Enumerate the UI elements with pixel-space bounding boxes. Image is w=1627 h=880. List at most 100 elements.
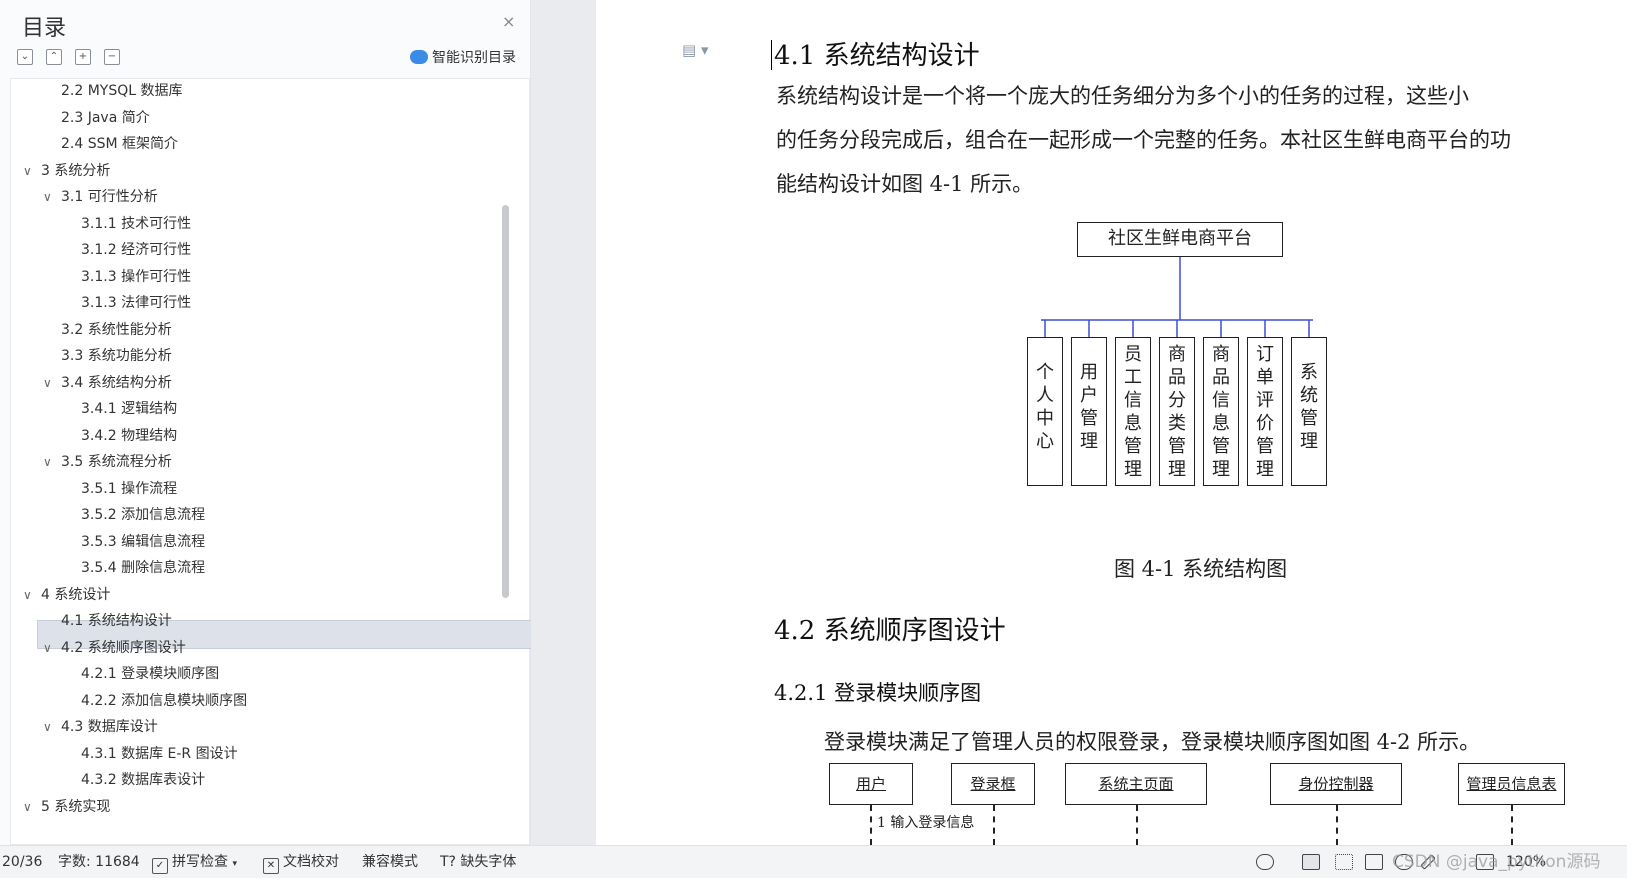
lifeline	[870, 805, 872, 845]
toc-item[interactable]: 4.2.1 登录模块顺序图	[81, 662, 219, 686]
seq-box-user: 用户	[829, 763, 913, 805]
toc-item[interactable]: 3.4 系统结构分析	[61, 371, 172, 395]
diagram-leaf-node: 员工信息管理	[1115, 337, 1151, 486]
toc-item[interactable]: 5 系统实现	[41, 795, 110, 819]
toc-item[interactable]: 3 系统分析	[41, 159, 110, 183]
toc-item[interactable]: 4.3.2 数据库表设计	[81, 768, 205, 792]
toc-item[interactable]: 4.3 数据库设计	[61, 715, 158, 739]
toc-item[interactable]: 3.3 系统功能分析	[61, 344, 172, 368]
toc-panel: 目录 × ⌄ ⌃ + − 智能识别目录 2.2 MYSQL 数据库 2.3 Jav…	[0, 0, 546, 845]
toc-item[interactable]: 4.2.2 添加信息模块顺序图	[81, 689, 247, 713]
page-view-icon[interactable]	[1302, 854, 1320, 870]
paragraph-line: 能结构设计如图 4-1 所示。	[776, 172, 1034, 196]
text-cursor	[771, 40, 772, 70]
lifeline	[993, 805, 995, 845]
font-help-icon: T?	[440, 854, 456, 870]
remove-level-icon[interactable]: −	[104, 49, 120, 65]
doc-proof-button[interactable]: ✕ 文档校对	[263, 846, 339, 878]
expand-all-icon[interactable]: ⌄	[17, 49, 33, 65]
heading-4-1-text: 4.1 系统结构设计	[774, 41, 980, 71]
toc-item[interactable]: 2.4 SSM 框架简介	[61, 132, 178, 156]
diagram-leaf-node: 商品信息管理	[1203, 337, 1239, 486]
toc-item[interactable]: 4.3.1 数据库 E-R 图设计	[81, 742, 238, 766]
chevron-down-icon[interactable]: ∨	[43, 450, 52, 474]
diagram-leaf-label: 商品分类管理	[1168, 344, 1186, 480]
chevron-down-icon[interactable]: ∨	[23, 795, 32, 819]
toc-item[interactable]: 3.5.1 操作流程	[81, 477, 177, 501]
close-icon[interactable]: ×	[502, 12, 515, 31]
lifeline	[1136, 805, 1138, 845]
heading-4-1: 4.1 系统结构设计	[771, 35, 980, 72]
diagram-leaf-label: 商品信息管理	[1212, 344, 1230, 480]
heading-4-2: 4.2 系统顺序图设计	[774, 616, 1006, 646]
toc-item[interactable]: 3.5.4 删除信息流程	[81, 556, 205, 580]
toc-item[interactable]: 4.2 系统顺序图设计	[61, 636, 186, 660]
diagram-leaf-label: 员工信息管理	[1124, 344, 1142, 480]
lifeline	[1336, 805, 1338, 845]
heading-4-2-1: 4.2.1 登录模块顺序图	[774, 681, 982, 705]
chevron-down-icon: ▾	[232, 859, 237, 869]
seq-box-auth-controller: 身份控制器	[1270, 763, 1402, 805]
toc-item[interactable]: 3.4.2 物理结构	[81, 424, 177, 448]
toc-item[interactable]: 4 系统设计	[41, 583, 110, 607]
lifeline	[1511, 805, 1513, 845]
diagram-leaf-label: 系统管理	[1300, 362, 1318, 452]
seq-message: 1 输入登录信息	[877, 815, 975, 831]
proof-icon: ✕	[263, 858, 279, 874]
chevron-down-icon[interactable]: ∨	[23, 583, 32, 607]
diagram-leaf-node: 个人中心	[1027, 337, 1063, 486]
figure-caption: 图 4-1 系统结构图	[1114, 557, 1288, 581]
chevron-down-icon[interactable]: ∨	[23, 159, 32, 183]
toc-item[interactable]: 3.1.3 法律可行性	[81, 291, 191, 315]
toc-item[interactable]: 3.1 可行性分析	[61, 185, 158, 209]
read-view-icon[interactable]	[1365, 854, 1383, 870]
paragraph-line: 的任务分段完成后，组合在一起形成一个完整的任务。本社区生鲜电商平台的功	[776, 128, 1511, 152]
chevron-down-icon[interactable]: ∨	[43, 185, 52, 209]
diagram-leaf-node: 商品分类管理	[1159, 337, 1195, 486]
spell-check-button[interactable]: ✓ 拼写检查 ▾	[152, 846, 237, 880]
diagram-leaf-label: 个人中心	[1036, 362, 1054, 452]
watermark: CSDN @java_python源码	[1392, 852, 1601, 872]
compat-mode-label[interactable]: 兼容模式	[362, 846, 418, 878]
toc-item[interactable]: 3.1.3 操作可行性	[81, 265, 191, 289]
document-gutter	[531, 0, 596, 845]
missing-font-button[interactable]: T? 缺失字体	[440, 846, 516, 878]
eye-icon[interactable]	[1256, 854, 1274, 870]
toc-item[interactable]: 2.2 MYSQL 数据库	[61, 79, 183, 103]
diagram-leaf-node: 用户管理	[1071, 337, 1107, 486]
toc-item[interactable]: 3.5.3 编辑信息流程	[81, 530, 205, 554]
toc-item[interactable]: 3.2 系统性能分析	[61, 318, 172, 342]
toc-item[interactable]: 4.1 系统结构设计	[61, 609, 172, 633]
collapse-all-icon[interactable]: ⌃	[46, 49, 62, 65]
diagram-leaf-label: 用户管理	[1080, 362, 1098, 452]
paragraph-line: 系统结构设计是一个将一个庞大的任务细分为多个小的任务的过程，这些小	[776, 84, 1469, 108]
cloud-icon	[410, 50, 428, 64]
toc-item[interactable]: 2.3 Java 简介	[61, 106, 150, 130]
toc-item[interactable]: 3.1.1 技术可行性	[81, 212, 191, 236]
toc-item[interactable]: 3.5 系统流程分析	[61, 450, 172, 474]
seq-box-login: 登录框	[951, 763, 1035, 805]
toc-item[interactable]: 3.5.2 添加信息流程	[81, 503, 205, 527]
outline-view-icon[interactable]	[1335, 854, 1353, 870]
diagram-leaf-node: 系统管理	[1291, 337, 1327, 486]
toc-scrollbar[interactable]	[502, 205, 509, 598]
toc-title: 目录	[22, 16, 67, 41]
smart-toc-button[interactable]: 智能识别目录	[410, 47, 516, 67]
checkbox-icon: ✓	[152, 858, 168, 874]
toc-item[interactable]: 3.1.2 经济可行性	[81, 238, 191, 262]
page-indicator[interactable]: 20/36	[2, 846, 42, 878]
document-icon[interactable]: ▤ ▾	[682, 41, 708, 59]
chevron-down-icon[interactable]: ∨	[43, 636, 52, 660]
add-level-icon[interactable]: +	[75, 49, 91, 65]
chevron-down-icon[interactable]: ∨	[43, 371, 52, 395]
status-bar: 20/36 字数: 11684 ✓ 拼写检查 ▾ ✕ 文档校对 兼容模式 T? 缺失…	[0, 845, 1627, 878]
chevron-down-icon[interactable]: ∨	[43, 715, 52, 739]
diagram-leaf-node: 订单评价管理	[1247, 337, 1283, 486]
smart-toc-label: 智能识别目录	[432, 50, 516, 66]
toc-item[interactable]: 3.4.1 逻辑结构	[81, 397, 177, 421]
seq-box-main-page: 系统主页面	[1065, 763, 1207, 805]
word-count[interactable]: 字数: 11684	[58, 846, 140, 878]
diagram-root-node: 社区生鲜电商平台	[1077, 222, 1283, 257]
seq-box-admin-table: 管理员信息表	[1458, 763, 1565, 805]
diagram-leaf-label: 订单评价管理	[1256, 344, 1274, 480]
